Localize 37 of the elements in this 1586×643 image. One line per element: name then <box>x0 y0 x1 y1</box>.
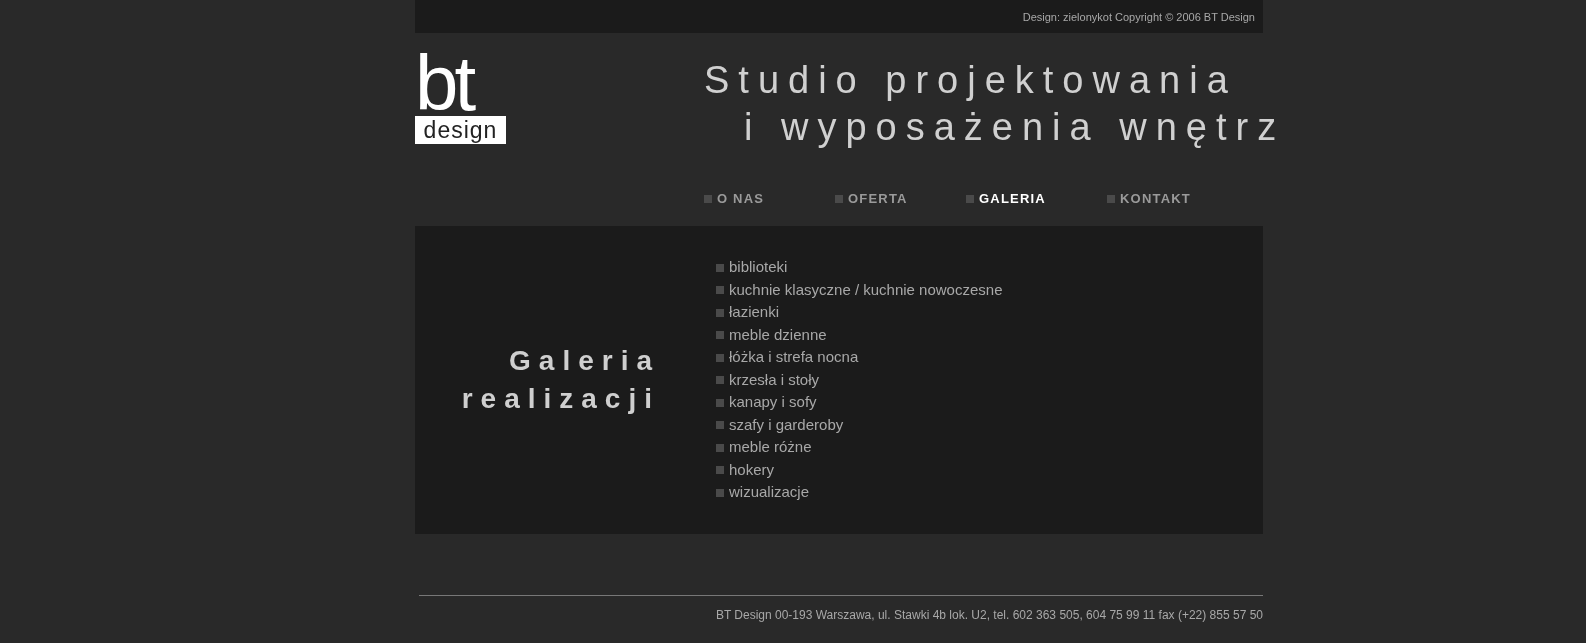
gallery-heading: realizacji <box>460 382 660 416</box>
category-link[interactable]: meble dzienne <box>716 323 1003 347</box>
bullet-icon <box>716 286 724 294</box>
bullet-icon <box>716 443 724 452</box>
category-link[interactable]: krzesła i stoły <box>716 368 1003 392</box>
category-link[interactable]: hokery <box>716 458 1003 482</box>
nav-link[interactable]: GALERIA <box>966 191 1107 206</box>
site-title: Studio projektowania <box>704 58 1238 103</box>
gallery-heading: Galeria <box>508 344 660 378</box>
bullet-icon <box>716 263 724 272</box>
bullet-icon <box>835 194 843 203</box>
bullet-icon <box>716 331 724 339</box>
bullet-icon <box>716 353 724 362</box>
category-link[interactable]: meble różne <box>716 436 1003 459</box>
bullet-icon <box>716 421 724 429</box>
category-link[interactable]: biblioteki <box>716 256 1003 279</box>
category-link[interactable]: kuchnie klasyczne / kuchnie nowoczesne <box>716 278 1003 302</box>
bullet-icon <box>716 466 724 474</box>
bullet-icon <box>966 194 974 203</box>
bullet-icon <box>716 398 724 407</box>
bullet-icon <box>716 488 724 497</box>
bullet-icon <box>1107 194 1115 203</box>
category-link[interactable]: kanapy i sofy <box>716 391 1003 414</box>
category-link[interactable]: łazienki <box>716 301 1003 324</box>
bullet-icon <box>704 194 712 203</box>
credit-text: Design: zielonykot Copyright © 2006 BT Design <box>1022 10 1255 23</box>
nav-link[interactable]: KONTAKT <box>1107 191 1238 206</box>
logo[interactable]: bt design <box>415 52 506 144</box>
category-link[interactable]: łóżka i strefa nocna <box>716 346 1003 369</box>
address-text: BT Design 00-193 Warszawa, ul. Stawki 4b lok. U2, tel. 602 363 505, 604 75 99 11 fax (+22) 855 57 50 <box>715 608 1263 622</box>
category-link[interactable]: szafy i garderoby <box>716 413 1003 437</box>
nav-link[interactable]: O NAS <box>704 191 835 206</box>
category-link[interactable]: wizualizacje <box>716 481 1003 504</box>
nav-link[interactable]: OFERTA <box>835 191 966 206</box>
bullet-icon <box>716 308 724 317</box>
bullet-icon <box>716 376 724 384</box>
site-title: i wyposażenia wnętrz <box>743 105 1286 150</box>
